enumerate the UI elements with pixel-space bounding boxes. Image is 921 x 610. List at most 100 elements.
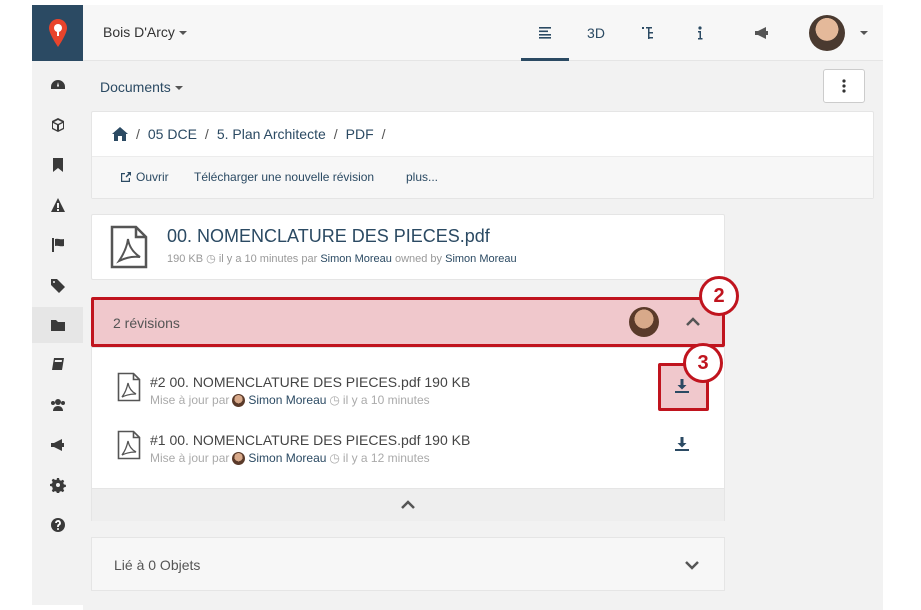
more-label: plus...	[406, 170, 439, 184]
user-avatar[interactable]	[809, 15, 845, 51]
caret-down-icon[interactable]	[860, 31, 868, 35]
document-actions: Ouvrir Télécharger une nouvelle révision…	[92, 156, 873, 198]
vertical-dots-icon	[842, 79, 846, 93]
caret-down-icon	[178, 31, 187, 36]
tab-3d[interactable]: 3D	[573, 5, 619, 61]
revisions-count: 2 révisions	[113, 315, 180, 331]
sidebar-item-dashboard[interactable]	[32, 67, 83, 103]
file-owner[interactable]: Simon Moreau	[445, 253, 517, 265]
documents-dropdown[interactable]: Documents	[100, 79, 183, 95]
tab-announcements[interactable]	[739, 5, 785, 61]
chevron-down-icon[interactable]	[685, 560, 699, 570]
sidebar-item-warnings[interactable]	[32, 187, 83, 223]
collapse-revisions-bar[interactable]	[92, 488, 724, 521]
book-icon	[51, 358, 64, 370]
sidebar-item-tags[interactable]	[32, 267, 83, 303]
file-owned-by: owned by	[394, 253, 443, 265]
avatar	[629, 307, 659, 337]
sidebar-item-documents[interactable]	[32, 307, 83, 343]
breadcrumb: / 05 DCE / 5. Plan Architecte / PDF /	[112, 126, 386, 142]
revision-time: il y a 12 minutes	[342, 451, 430, 465]
more-actions-link[interactable]: plus...	[406, 170, 438, 184]
callout-badge-3: 3	[683, 343, 723, 383]
sidebar-item-book[interactable]	[32, 347, 83, 383]
folder-icon	[50, 320, 65, 331]
clock-icon: ◷	[329, 451, 340, 465]
breadcrumb-item[interactable]: 05 DCE	[148, 126, 197, 142]
sidebar-item-settings[interactable]	[32, 467, 83, 503]
info-icon	[698, 26, 703, 40]
top-bar: Bois D'Arcy 3D	[83, 5, 883, 61]
caret-down-icon	[174, 86, 183, 91]
download-icon[interactable]	[674, 378, 690, 394]
sidebar-item-bookmarks[interactable]	[32, 147, 83, 183]
file-time: il y a 10 minutes	[218, 253, 299, 265]
warning-icon	[50, 198, 65, 212]
open-button[interactable]: Ouvrir	[120, 170, 169, 184]
external-link-icon	[121, 172, 131, 182]
breadcrumb-item[interactable]: 5. Plan Architecte	[217, 126, 326, 142]
file-meta: 190 KB ◷ il y a 10 minutes par Simon Mor…	[167, 252, 517, 265]
callout-badge-2: 2	[699, 276, 739, 316]
linked-objects-label: Lié à 0 Objets	[114, 557, 201, 573]
sidebar-item-announcements[interactable]	[32, 427, 83, 463]
tab-3d-label: 3D	[587, 25, 605, 41]
map-pin-icon	[48, 19, 67, 47]
revision-updated: Mise à jour par	[150, 393, 230, 407]
home-icon[interactable]	[112, 127, 128, 141]
tab-info[interactable]	[677, 5, 723, 61]
upload-label: Télécharger une nouvelle révision	[194, 170, 375, 184]
bookmark-icon	[52, 158, 63, 172]
site-selector[interactable]: Bois D'Arcy	[103, 24, 187, 40]
revision-title[interactable]: #2 00. NOMENCLATURE DES PIECES.pdf 190 K…	[150, 374, 470, 390]
app-logo[interactable]	[32, 5, 83, 61]
avatar	[232, 451, 246, 465]
open-label: Ouvrir	[136, 170, 169, 184]
download-icon[interactable]	[674, 436, 690, 452]
revision-title[interactable]: #1 00. NOMENCLATURE DES PIECES.pdf 190 K…	[150, 432, 470, 448]
tab-list[interactable]	[521, 5, 569, 61]
breadcrumb-card: / 05 DCE / 5. Plan Architecte / PDF / Ou…	[91, 111, 874, 199]
users-icon	[50, 399, 65, 411]
sidebar	[32, 5, 83, 605]
pdf-file-icon	[110, 225, 148, 269]
file-card: 00. NOMENCLATURE DES PIECES.pdf 190 KB ◷…	[91, 214, 725, 280]
megaphone-icon	[50, 439, 64, 451]
revisions-header[interactable]: 2 révisions	[91, 297, 725, 347]
revision-updated: Mise à jour par	[150, 451, 230, 465]
breadcrumb-item[interactable]: PDF	[346, 126, 374, 142]
file-author[interactable]: Simon Moreau	[320, 253, 392, 265]
dashboard-icon	[50, 80, 65, 89]
sidebar-item-objects[interactable]	[32, 107, 83, 143]
cube-icon	[51, 118, 64, 132]
site-name: Bois D'Arcy	[103, 24, 175, 40]
clock-icon: ◷	[329, 393, 340, 407]
linked-objects-panel[interactable]: Lié à 0 Objets	[91, 537, 725, 591]
tags-icon	[50, 279, 65, 293]
gear-icon	[49, 478, 66, 493]
revision-meta: Mise à jour par Simon Moreau ◷ il y a 12…	[150, 451, 430, 465]
sidebar-item-users[interactable]	[32, 387, 83, 423]
main-content: Documents / 05 DCE / 5. Plan Architecte …	[83, 61, 883, 610]
chevron-up-icon	[401, 500, 415, 509]
sidebar-item-flags[interactable]	[32, 227, 83, 263]
tab-tree[interactable]	[625, 5, 671, 61]
question-icon	[50, 518, 65, 532]
clock-icon: ◷	[206, 253, 216, 265]
revision-author[interactable]: Simon Moreau	[248, 451, 326, 465]
file-title[interactable]: 00. NOMENCLATURE DES PIECES.pdf	[167, 226, 490, 247]
revision-meta: Mise à jour par Simon Moreau ◷ il y a 10…	[150, 393, 430, 407]
upload-revision-button[interactable]: Télécharger une nouvelle révision	[194, 170, 374, 184]
pdf-file-icon	[117, 430, 141, 460]
file-by: par	[301, 253, 318, 265]
sidebar-item-help[interactable]	[32, 507, 83, 543]
file-size: 190 KB	[167, 253, 204, 265]
revision-time: il y a 10 minutes	[342, 393, 430, 407]
flag-icon	[51, 238, 64, 252]
megaphone-icon	[755, 27, 768, 39]
chevron-up-icon[interactable]	[686, 317, 700, 327]
revision-author[interactable]: Simon Moreau	[248, 393, 326, 407]
list-icon	[539, 26, 551, 39]
more-options-button[interactable]	[823, 69, 865, 103]
avatar	[232, 393, 246, 407]
